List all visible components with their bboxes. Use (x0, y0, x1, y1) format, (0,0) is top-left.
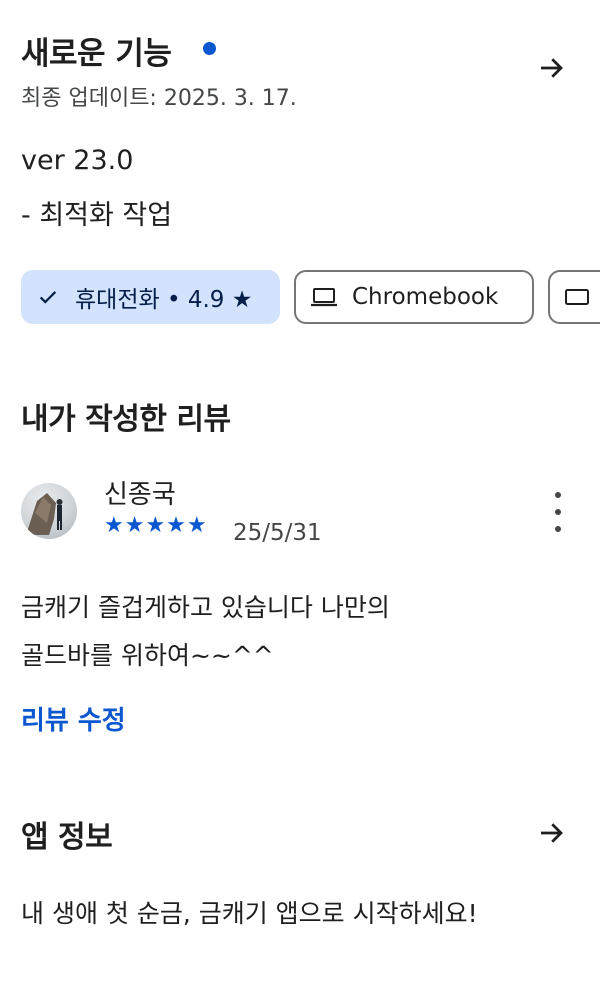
review-text-line-2: 골드바를 위하여~~^^ (21, 641, 274, 670)
app-description: 내 생애 첫 순금, 금캐기 앱으로 시작하세요! (21, 899, 478, 928)
chip-chromebook[interactable]: Chromebook (294, 270, 534, 324)
chip-tablet[interactable] (548, 270, 600, 324)
app-info-heading: 앱 정보 (21, 820, 113, 855)
version-text: ver 23.0 (21, 145, 134, 176)
check-icon (37, 286, 59, 308)
review-date: 25/5/31 (233, 520, 322, 546)
review-text-line-1: 금캐기 즐겁게하고 있습니다 나만의 (21, 593, 390, 622)
review-rating-stars: ★★★★★ (104, 513, 208, 538)
release-notes-text: - 최적화 작업 (21, 200, 173, 231)
new-indicator-dot (203, 42, 216, 55)
chip-chromebook-label: Chromebook (352, 284, 499, 310)
whats-new-arrow-icon[interactable] (531, 48, 571, 88)
app-info-arrow-icon[interactable] (531, 813, 571, 853)
avatar (21, 483, 77, 539)
laptop-icon (310, 286, 338, 308)
whats-new-heading: 새로운 기능 (21, 28, 172, 73)
review-more-options-icon[interactable] (540, 492, 576, 532)
last-updated-text: 최종 업데이트: 2025. 3. 17. (21, 86, 297, 111)
tablet-icon (564, 287, 590, 307)
whats-new-title: 새로운 기능 (21, 36, 172, 72)
edit-review-link[interactable]: 리뷰 수정 (21, 700, 126, 737)
review-author: 신종국 (104, 480, 176, 510)
my-review-heading: 내가 작성한 리뷰 (21, 402, 231, 437)
chip-phone[interactable]: 휴대전화 • 4.9 ★ (21, 270, 280, 324)
chip-phone-label: 휴대전화 • 4.9 ★ (75, 287, 253, 313)
